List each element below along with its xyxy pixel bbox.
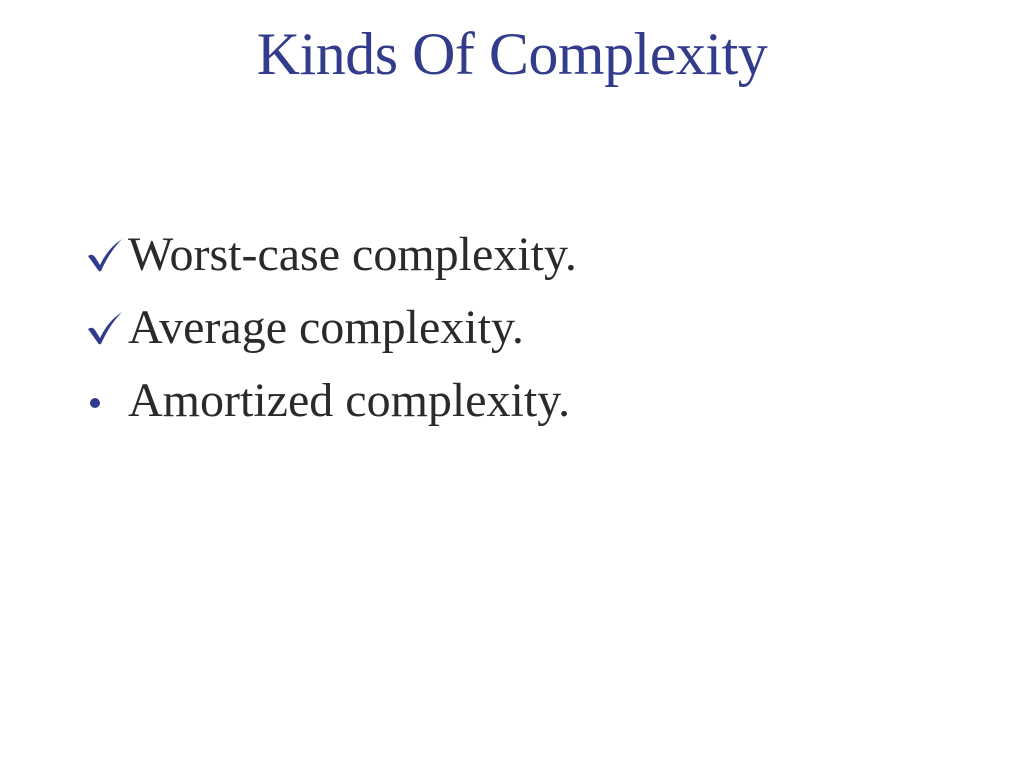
check-icon (86, 238, 128, 272)
bullet-text: Worst-case complexity. (128, 227, 577, 281)
list-item: Amortized complexity. (86, 364, 577, 437)
bullet-text: Amortized complexity. (128, 373, 571, 427)
slide-title: Kinds Of Complexity (256, 21, 768, 87)
bullet-list: Worst-case complexity. Average complexit… (86, 218, 577, 437)
list-item: Worst-case complexity. (86, 218, 577, 291)
bullet-text: Average complexity. (128, 300, 524, 354)
slide: Kinds Of Complexity Worst-case complexit… (0, 0, 1024, 768)
check-icon (86, 311, 128, 345)
list-item: Average complexity. (86, 291, 577, 364)
dot-icon (86, 394, 128, 408)
